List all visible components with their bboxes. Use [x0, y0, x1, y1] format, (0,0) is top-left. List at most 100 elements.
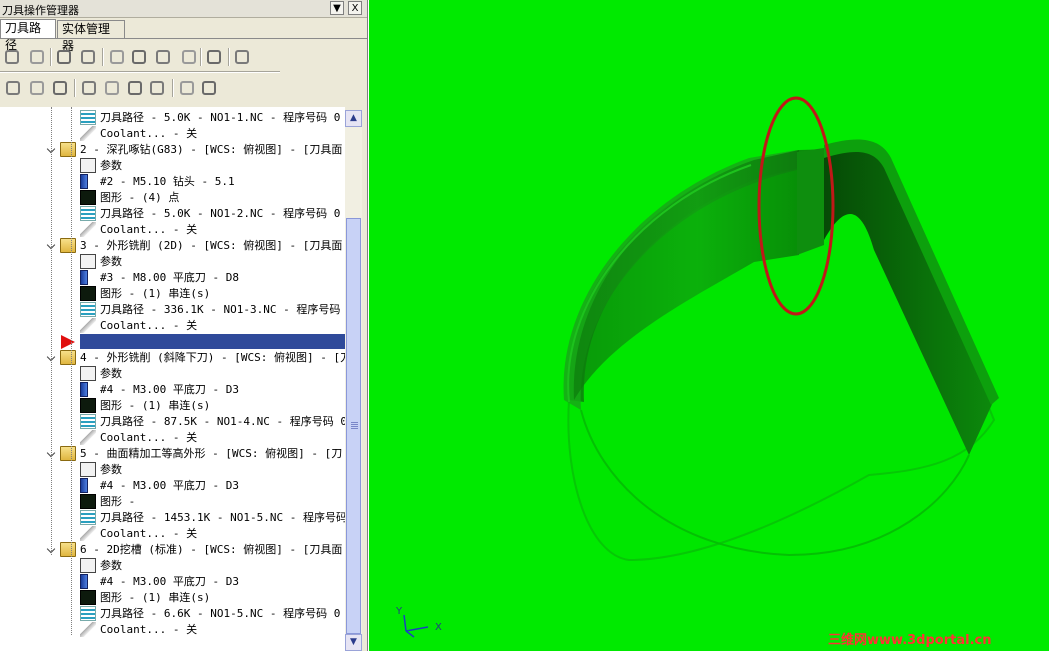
move-up-icon[interactable] [103, 79, 121, 97]
regenerate-all-icon[interactable] [55, 48, 73, 66]
panel-title: 刀具操作管理器 [2, 4, 79, 17]
parameters-icon [80, 366, 96, 381]
toolpath-manager-panel: 刀具操作管理器 ▼ X 刀具路径 实体管理器 刀具路径 - 5.0K - NO1… [0, 0, 368, 651]
tree-item-label: 刀具路径 - 6.6K - NO1-5.NC - 程序号码 0 [100, 607, 341, 620]
coolant-icon [80, 526, 96, 541]
parameters-icon [80, 558, 96, 573]
tree-item-label: Coolant... - 关 [100, 527, 198, 540]
tree-item-label: #4 - M3.00 平底刀 - D3 [100, 479, 239, 492]
wave-icon[interactable] [178, 79, 196, 97]
tree-item-label: #4 - M3.00 平底刀 - D3 [100, 575, 239, 588]
tree-item-label: 刀具路径 - 87.5K - NO1-4.NC - 程序号码 0 [100, 415, 345, 428]
geometry-icon [80, 398, 96, 413]
panel-tabs: 刀具路径 实体管理器 [0, 19, 367, 53]
watermark: 三维网www.3dportal.cn [828, 633, 992, 648]
axis-y-label: Y [396, 606, 403, 617]
operations-tree[interactable]: 刀具路径 - 5.0K - NO1-1.NC - 程序号码 0 Coolant..… [0, 107, 345, 651]
high-speed-icon[interactable] [180, 48, 198, 66]
insert-marker-bar [80, 334, 345, 349]
backplot-icon[interactable] [108, 48, 126, 66]
tree-item-label: 6 - 2D挖槽 (标准) - [WCS: 俯视图] - [刀具面: [80, 543, 345, 556]
tree-item-label: 图形 - (4) 点 [100, 191, 180, 204]
tree-item[interactable]: 参数 [0, 558, 345, 574]
tree-item-label: 刀具路径 - 5.0K - NO1-2.NC - 程序号码 0 [100, 207, 341, 220]
tool-icon [80, 174, 88, 189]
tree-item-label: 刀具路径 - 1453.1K - NO1-5.NC - 程序号码 [100, 511, 345, 524]
tree-item[interactable]: 图形 - (1) 串连(s) [0, 590, 345, 606]
tree-item-label: 参数 [100, 367, 122, 380]
graphics-viewport[interactable] [369, 0, 1049, 651]
toolpath-icon [80, 110, 96, 125]
tree-item-label: Coolant... - 关 [100, 623, 198, 636]
pin-icon[interactable]: ▼ [330, 1, 344, 15]
help-icon[interactable] [233, 48, 251, 66]
notch-face [797, 148, 824, 255]
tree-item-label: 2 - 深孔啄钻(G83) - [WCS: 俯视图] - [刀具面: [80, 143, 345, 156]
toolpath-icon [80, 302, 96, 317]
post-lock-icon[interactable] [51, 79, 69, 97]
tab-toolpaths[interactable]: 刀具路径 [0, 19, 56, 52]
tree-item-label: 3 - 外形铣削 (2D) - [WCS: 俯视图] - [刀具面: [80, 239, 345, 252]
tab-solids[interactable]: 实体管理器 [57, 20, 125, 53]
edit-icon[interactable] [205, 48, 223, 66]
scroll-thumb[interactable] [346, 218, 361, 634]
parameters-icon [80, 462, 96, 477]
coolant-icon [80, 430, 96, 445]
tree-item[interactable]: 刀具路径 - 6.6K - NO1-5.NC - 程序号码 0 [0, 606, 345, 622]
tree-item[interactable]: Coolant... - 关 [0, 622, 345, 638]
refresh-icon[interactable] [200, 79, 218, 97]
coolant-icon [80, 222, 96, 237]
tree-item-label: 4 - 外形铣削 (斜降下刀) - [WCS: 俯视图] - [刀 [80, 351, 345, 364]
toolpath-icon [80, 206, 96, 221]
toolbar-separator [102, 48, 104, 66]
geometry-icon [80, 286, 96, 301]
geometry-icon [80, 590, 96, 605]
tree-item-label: Coolant... - 关 [100, 223, 198, 236]
folder-icon [60, 350, 76, 365]
select-dirty-ops-icon[interactable] [28, 48, 46, 66]
verify-icon[interactable] [130, 48, 148, 66]
toolpath-icon [80, 510, 96, 525]
toolbar-separator [200, 48, 202, 66]
tree-item-label: Coolant... - 关 [100, 319, 198, 332]
toolbar-row-1 [0, 43, 280, 71]
tree-item[interactable]: #4 - M3.00 平底刀 - D3 [0, 574, 345, 590]
scroll-up-button[interactable]: ▲ [345, 110, 362, 127]
lock-icon[interactable] [4, 79, 22, 97]
toggle-display-icon[interactable] [28, 79, 46, 97]
toolbar-separator [228, 48, 230, 66]
tree-item-label: 图形 - (1) 串连(s) [100, 399, 211, 412]
toolbar-separator [172, 79, 174, 97]
geometry-icon [80, 494, 96, 509]
tree-item-label: 图形 - [100, 495, 136, 508]
scroll-down-button[interactable]: ▼ [345, 634, 362, 651]
toolbar-separator [50, 48, 52, 66]
coolant-icon [80, 126, 96, 141]
post-g1-icon[interactable] [154, 48, 172, 66]
tree-item-label: #4 - M3.00 平底刀 - D3 [100, 383, 239, 396]
part-model [563, 96, 999, 562]
scroll-grip-icon [351, 422, 358, 429]
tree-item-label: 刀具路径 - 5.0K - NO1-1.NC - 程序号码 0 [100, 111, 341, 124]
scroll-icon[interactable] [148, 79, 166, 97]
move-down-icon[interactable] [80, 79, 98, 97]
toolpath-icon [80, 606, 96, 621]
parameters-icon [80, 158, 96, 173]
tree-scrollbar[interactable]: ▲ ▼ [345, 110, 362, 651]
regenerate-dirty-icon[interactable] [79, 48, 97, 66]
coolant-icon [80, 318, 96, 333]
toolbar-separator [74, 79, 76, 97]
tree-item-label: 参数 [100, 159, 122, 172]
parameters-icon [80, 254, 96, 269]
tool-icon [80, 270, 88, 285]
tree-item-label: 参数 [100, 559, 122, 572]
toolbar-row-2 [0, 74, 280, 102]
tree-item-label: 图形 - (1) 串连(s) [100, 287, 211, 300]
tree-item-label: #2 - M5.10 钻头 - 5.1 [100, 175, 235, 188]
tree-item-label: 图形 - (1) 串连(s) [100, 591, 211, 604]
close-icon[interactable]: X [348, 1, 362, 15]
insert-arrow-icon[interactable] [126, 79, 144, 97]
tree-item-label: 刀具路径 - 336.1K - NO1-3.NC - 程序号码 0 [100, 303, 345, 316]
select-all-ops-icon[interactable] [3, 48, 21, 66]
geometry-icon [80, 190, 96, 205]
